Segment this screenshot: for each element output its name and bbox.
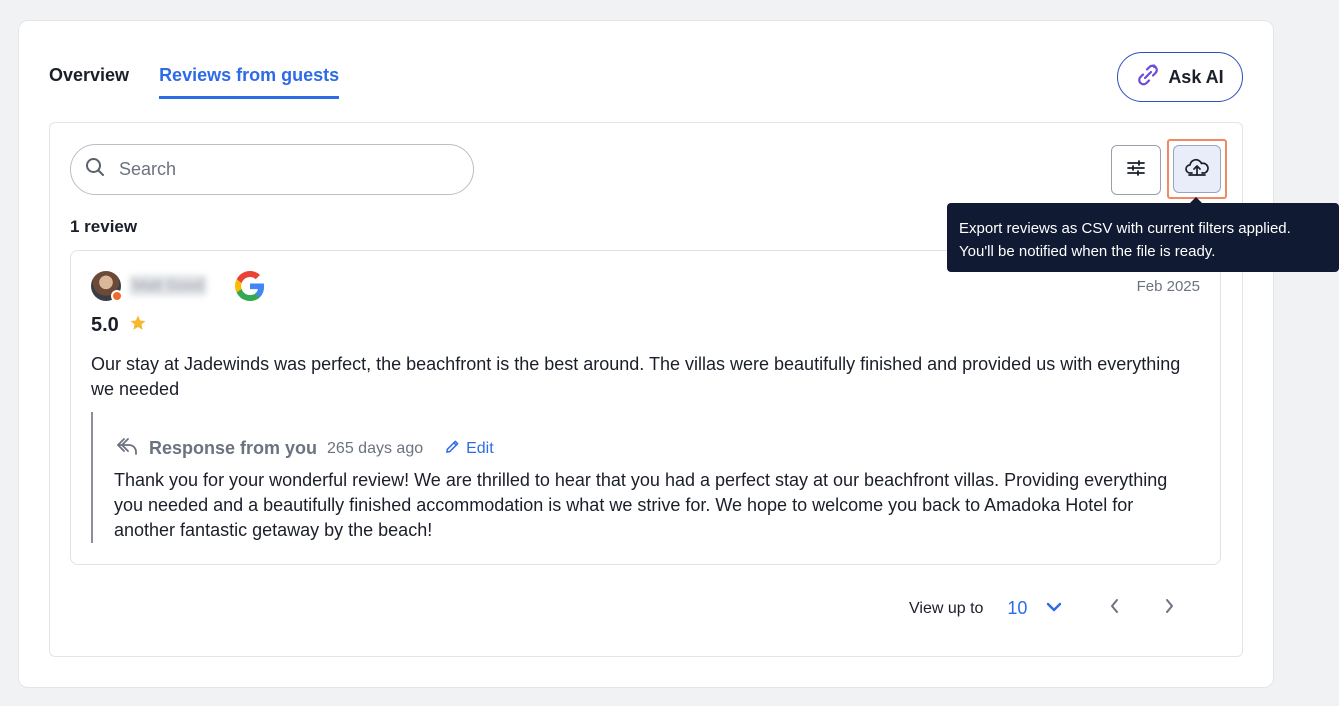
avatar-badge — [111, 290, 123, 302]
review-date: Feb 2025 — [1136, 278, 1200, 295]
previous-page-button[interactable] — [1109, 597, 1121, 620]
next-page-button[interactable] — [1163, 597, 1175, 620]
export-tooltip: Export reviews as CSV with current filte… — [947, 197, 1339, 272]
avatar — [91, 271, 123, 302]
response-text: Thank you for your wonderful review! We … — [114, 470, 1168, 540]
page-size-label: View up to — [909, 599, 984, 617]
ask-ai-button[interactable]: Ask AI — [1117, 52, 1243, 102]
owner-response: Response from you 265 days ago Edit Than… — [91, 412, 1191, 543]
tab-overview[interactable]: Overview — [49, 65, 129, 99]
search-icon — [85, 157, 105, 182]
review-text: Our stay at Jadewinds was perfect, the b… — [91, 354, 1181, 399]
response-label: Response from you — [149, 438, 318, 458]
review-count: 1 review — [70, 217, 138, 236]
search-box[interactable] — [70, 144, 474, 195]
page-size-value[interactable]: 10 — [1007, 598, 1027, 619]
tab-bar: Overview Reviews from guests — [49, 65, 340, 99]
page-size-dropdown[interactable] — [1045, 600, 1063, 618]
reviewer-name: Matt Good — [129, 275, 208, 296]
filter-button[interactable] — [1111, 145, 1161, 195]
ai-link-icon — [1136, 63, 1160, 92]
pagination: View up to 10 — [909, 597, 1175, 620]
rating: 5.0 — [91, 314, 147, 337]
export-csv-button[interactable] — [1173, 145, 1221, 193]
response-time: 265 days ago — [327, 439, 424, 457]
google-icon — [235, 271, 265, 306]
pencil-icon — [445, 439, 460, 459]
sliders-icon — [1125, 157, 1147, 184]
edit-response-button[interactable]: Edit — [445, 439, 494, 459]
cloud-upload-icon — [1185, 156, 1209, 183]
reply-icon — [115, 436, 139, 461]
rating-value: 5.0 — [91, 314, 119, 336]
export-highlight — [1167, 139, 1227, 199]
chevron-left-icon — [1109, 597, 1121, 620]
ask-ai-label: Ask AI — [1168, 66, 1224, 87]
star-icon — [129, 314, 147, 337]
search-input[interactable] — [119, 159, 439, 180]
edit-label: Edit — [466, 439, 494, 457]
tooltip-line-2: You'll be notified when the file is read… — [959, 243, 1216, 260]
tab-reviews-from-guests[interactable]: Reviews from guests — [159, 65, 340, 99]
tooltip-line-1: Export reviews as CSV with current filte… — [959, 220, 1291, 237]
chevron-right-icon — [1163, 597, 1175, 620]
chevron-down-icon — [1045, 600, 1063, 618]
review-item: Matt Good Feb 2025 5.0 Our stay at Jadew… — [70, 250, 1221, 565]
response-header: Response from you 265 days ago Edit — [115, 436, 494, 461]
reviews-card: Overview Reviews from guests Ask AI Sear… — [18, 20, 1274, 688]
